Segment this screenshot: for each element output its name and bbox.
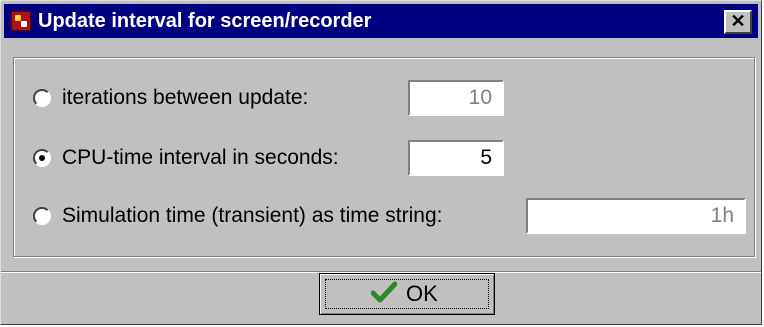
radio-cpu-time[interactable]: [33, 149, 51, 167]
update-options-group: iterations between update: 10 CPU-time i…: [13, 57, 755, 257]
radio-iterations[interactable]: [33, 89, 51, 107]
title-bar[interactable]: Update interval for screen/recorder ✕: [4, 4, 758, 38]
checkmark-icon: [371, 281, 397, 303]
radio-simulation-time[interactable]: [33, 207, 51, 225]
ok-label: OK: [406, 281, 438, 306]
simulation-time-input[interactable]: 1h: [526, 198, 746, 234]
update-interval-dialog: Update interval for screen/recorder ✕ it…: [0, 0, 762, 325]
app-icon: [11, 11, 31, 31]
close-button[interactable]: ✕: [724, 10, 752, 34]
option-cpu-time[interactable]: CPU-time interval in seconds: 5: [14, 140, 754, 176]
option-simulation-time[interactable]: Simulation time (transient) as time stri…: [14, 198, 754, 234]
iterations-input[interactable]: 10: [408, 80, 504, 116]
option-iterations[interactable]: iterations between update: 10: [14, 80, 754, 116]
cpu-time-input[interactable]: 5: [408, 140, 504, 176]
dialog-title: Update interval for screen/recorder: [38, 10, 372, 32]
label-cpu-time: CPU-time interval in seconds:: [62, 146, 339, 169]
label-iterations: iterations between update:: [62, 86, 309, 109]
label-simulation-time: Simulation time (transient) as time stri…: [62, 204, 443, 227]
ok-button[interactable]: OK: [319, 273, 495, 315]
